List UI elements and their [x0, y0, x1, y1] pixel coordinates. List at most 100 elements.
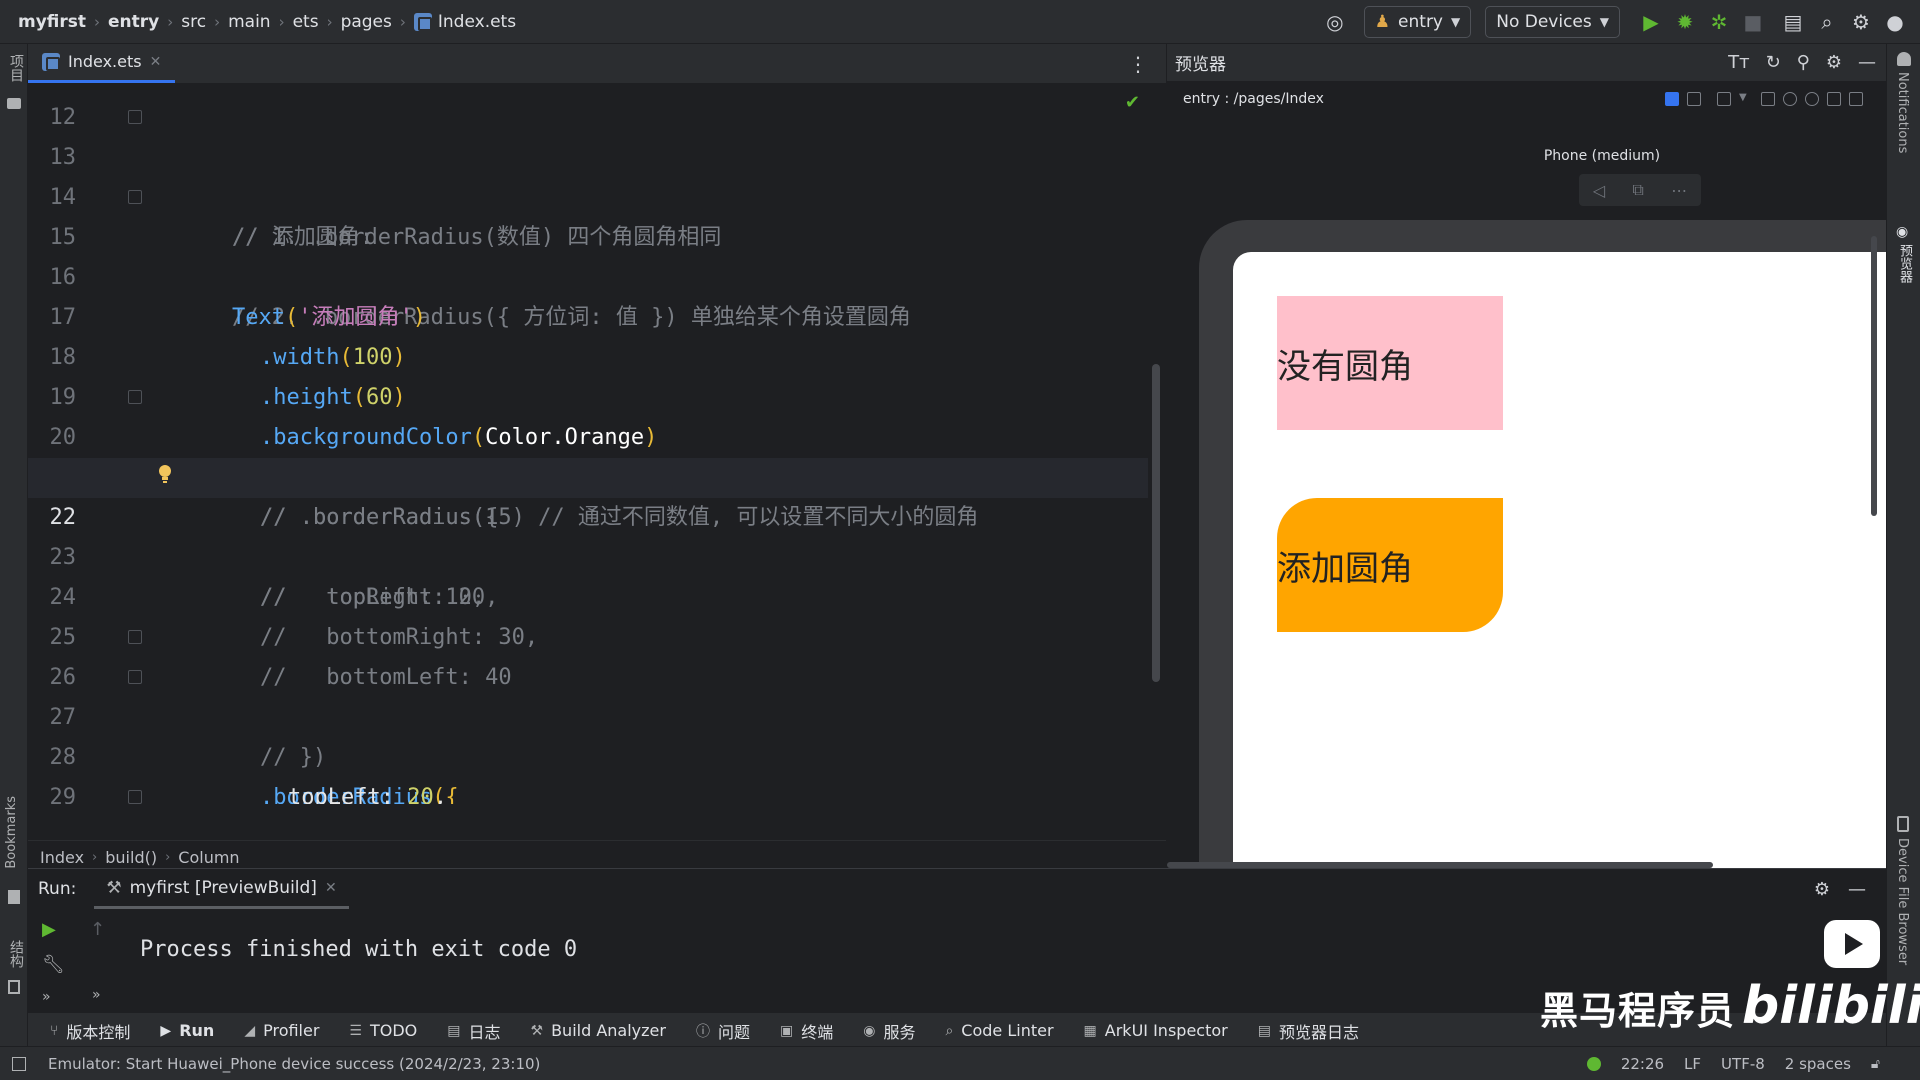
chevron-down-icon[interactable]: ▼: [1739, 92, 1753, 106]
cursor-position[interactable]: 22:26: [1621, 1055, 1664, 1073]
text-no-radius[interactable]: 没有圆角: [1277, 296, 1503, 430]
folder-icon[interactable]: [7, 98, 21, 109]
code-area[interactable]: 12 13 // 添加圆角: 14 // 1. .borderRadius(数值…: [28, 84, 1166, 804]
code-line[interactable]: 18 .height(60): [28, 298, 1148, 410]
lock-icon[interactable]: 🔓︎: [1871, 1056, 1880, 1072]
previewer-tool-label[interactable]: 预览器: [1895, 244, 1914, 283]
project-tool-label[interactable]: 项目: [6, 54, 26, 82]
code-line[interactable]: 27 .borderRadius({: [28, 658, 1148, 804]
tool-previewer-log[interactable]: ▤ 预览器日志: [1258, 1019, 1359, 1043]
code-line[interactable]: 13 // 添加圆角:: [28, 98, 1148, 250]
indent-setting[interactable]: 2 spaces: [1785, 1055, 1851, 1073]
search-icon[interactable]: ⌕: [1810, 10, 1844, 34]
crumb-project[interactable]: myfirst: [18, 12, 86, 32]
close-icon[interactable]: ✕: [325, 880, 337, 896]
line-separator[interactable]: LF: [1684, 1055, 1701, 1073]
code-line[interactable]: 20 // .borderRadius(15) // 通过不同数值, 可以设置不…: [28, 378, 1148, 530]
breadcrumb-method[interactable]: build(): [105, 848, 157, 867]
panel-toggle-icon[interactable]: [12, 1057, 26, 1071]
more-options-icon[interactable]: ⋮: [1128, 52, 1148, 76]
stop-icon[interactable]: ■: [1736, 10, 1770, 34]
device-manager-icon[interactable]: ▤: [1776, 10, 1810, 34]
fold-marker-icon[interactable]: [128, 110, 142, 124]
breadcrumb-struct[interactable]: Index: [40, 848, 84, 867]
fold-marker-icon[interactable]: [128, 790, 142, 804]
run-config-select[interactable]: ♟ entry ▼: [1363, 6, 1472, 38]
tool-arkui-inspector[interactable]: ▦ ArkUI Inspector: [1084, 1021, 1228, 1040]
scroll-up-icon[interactable]: ↑: [90, 919, 105, 940]
code-line[interactable]: 30 }): [28, 778, 1148, 804]
device-icon[interactable]: [1897, 816, 1909, 832]
fold-marker-icon[interactable]: [128, 630, 142, 644]
code-line-current[interactable]: 22 // topLeft: 10,: [28, 458, 1148, 610]
status-message[interactable]: Emulator: Start Huawei_Phone device succ…: [0, 1055, 540, 1073]
run-icon[interactable]: ▶: [1634, 10, 1668, 34]
tool-code-linter[interactable]: ⌕ Code Linter: [945, 1021, 1053, 1040]
tool-problems[interactable]: ⓘ 问题: [696, 1019, 750, 1043]
lightbulb-icon[interactable]: [157, 464, 173, 484]
device-file-browser-label[interactable]: Device File Browser: [1895, 838, 1910, 965]
crumb-src[interactable]: src: [181, 12, 206, 32]
structure-tool-label[interactable]: 结构: [6, 940, 26, 968]
gear-icon[interactable]: ⚙: [1814, 879, 1830, 900]
crumb-file[interactable]: Index.ets: [438, 12, 516, 32]
font-size-icon[interactable]: Tт: [1728, 52, 1749, 73]
close-icon[interactable]: ✕: [150, 54, 162, 70]
gear-icon[interactable]: ⚙: [1844, 10, 1878, 34]
wrench-icon[interactable]: 🔧︎: [42, 954, 65, 975]
attach-debugger-icon[interactable]: ✲: [1702, 10, 1736, 34]
code-line[interactable]: 21 // .borderRadius({: [28, 418, 1148, 530]
notifications-tool-label[interactable]: Notifications: [1895, 72, 1910, 153]
back-icon[interactable]: ◁: [1593, 181, 1605, 200]
code-line[interactable]: 29 bottomRight: 20: [28, 738, 1148, 804]
actual-size-icon[interactable]: [1849, 92, 1863, 106]
bell-icon[interactable]: [1897, 52, 1911, 66]
rotate-icon[interactable]: ⧉: [1632, 180, 1643, 200]
status-ok-icon[interactable]: [1586, 1057, 1601, 1071]
grid-icon[interactable]: [1717, 92, 1731, 106]
tool-version-control[interactable]: ⑂ 版本控制: [50, 1019, 130, 1043]
minimize-icon[interactable]: —: [1848, 879, 1866, 900]
zoom-out-icon[interactable]: [1783, 92, 1797, 106]
fold-marker-icon[interactable]: [128, 390, 142, 404]
fit-icon[interactable]: [1761, 92, 1775, 106]
tool-services[interactable]: ◉ 服务: [863, 1019, 915, 1043]
crumb-ets[interactable]: ets: [293, 12, 319, 32]
editor-scrollbar[interactable]: [1152, 364, 1160, 682]
code-line[interactable]: 24 // bottomRight: 30,: [28, 538, 1148, 650]
device-select[interactable]: No Devices ▼: [1485, 6, 1620, 38]
fold-marker-icon[interactable]: [128, 670, 142, 684]
code-line[interactable]: 16 Text('添加圆角'): [28, 218, 1148, 330]
code-line[interactable]: 12: [28, 84, 1148, 130]
text-with-radius[interactable]: 添加圆角: [1277, 498, 1503, 632]
code-line[interactable]: 17 .width(100): [28, 258, 1148, 370]
crumb-pages[interactable]: pages: [341, 12, 392, 32]
tab-index-ets[interactable]: Index.ets ✕: [28, 43, 176, 83]
fullscreen-icon[interactable]: [1827, 92, 1841, 106]
layers-icon[interactable]: [1687, 92, 1701, 106]
code-line[interactable]: 26 // }): [28, 618, 1148, 770]
code-line[interactable]: 28 topLeft: 20,: [28, 698, 1148, 804]
crumb-main[interactable]: main: [228, 12, 270, 32]
zoom-in-icon[interactable]: [1805, 92, 1819, 106]
gear-icon[interactable]: ⚙: [1826, 52, 1842, 73]
debug-icon[interactable]: ✹: [1668, 10, 1702, 34]
no-problems-check-icon[interactable]: ✔: [1125, 92, 1140, 113]
tool-terminal[interactable]: ▣ 终端: [780, 1019, 833, 1043]
bookmarks-tool-label[interactable]: Bookmarks: [4, 796, 19, 869]
run-tab[interactable]: ⚒ myfirst [PreviewBuild] ✕: [94, 869, 349, 909]
eye-icon[interactable]: ◉: [1896, 224, 1908, 240]
tool-log[interactable]: ▤ 日志: [447, 1019, 500, 1043]
minimize-icon[interactable]: —: [1858, 52, 1876, 73]
refresh-icon[interactable]: ↻: [1766, 52, 1781, 73]
code-line[interactable]: 15 // 2. .borderRadius({ 方位词: 值 }) 单独给某个…: [28, 178, 1148, 330]
code-line[interactable]: 19 .backgroundColor(Color.Orange): [28, 338, 1148, 450]
more-icon[interactable]: ⋯: [1671, 181, 1687, 200]
breadcrumb-component[interactable]: Column: [178, 848, 239, 867]
inspector-icon[interactable]: ⚲: [1797, 52, 1810, 73]
rerun-icon[interactable]: ▶: [42, 919, 65, 940]
tool-profiler[interactable]: ◢ Profiler: [244, 1021, 319, 1040]
tool-run[interactable]: ▶ Run: [160, 1021, 214, 1040]
expand-icon[interactable]: »: [42, 989, 65, 1005]
console-output[interactable]: Process finished with exit code 0: [140, 937, 577, 962]
